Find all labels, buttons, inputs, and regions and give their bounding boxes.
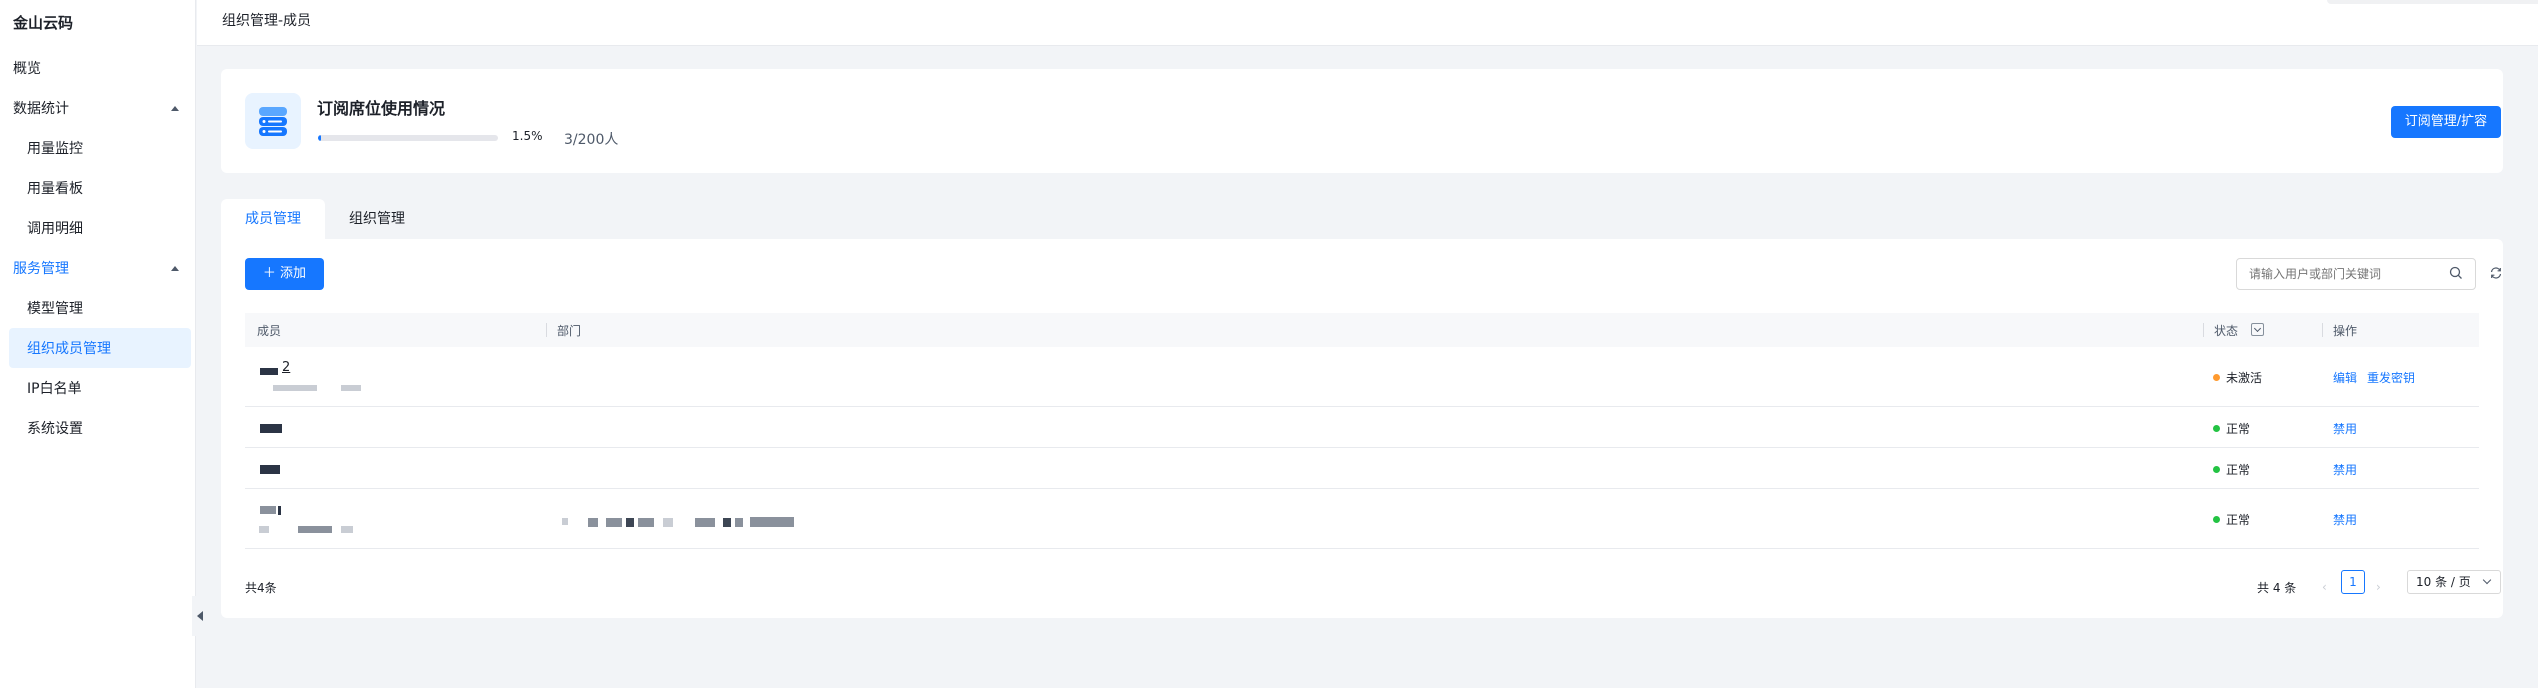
seat-count: 3/200人 (564, 132, 619, 148)
sidebar-group-data-stats[interactable]: 数据统计 (13, 99, 183, 119)
tab-org-management[interactable]: 组织管理 (329, 199, 425, 239)
resend-key-link[interactable]: 重发密钥 (2367, 369, 2415, 386)
chevron-up-icon (171, 266, 179, 271)
sidebar: 金山云码 概览 数据统计 用量监控 用量看板 调用明细 服务管理 模型管理 组织… (0, 0, 196, 688)
status-text: 正常 (2226, 513, 2251, 527)
sidebar-item-usage-monitor[interactable]: 用量监控 (27, 139, 83, 159)
filter-icon[interactable] (2251, 323, 2264, 336)
status-dot (2213, 466, 2220, 473)
refresh-icon[interactable] (2489, 266, 2503, 280)
redacted-department (750, 517, 794, 527)
tab-member-management[interactable]: 成员管理 (221, 199, 325, 239)
table-row: 正常 禁用 (245, 407, 2479, 448)
disable-link[interactable]: 禁用 (2333, 420, 2357, 437)
chevron-down-icon (2482, 575, 2492, 585)
redacted-member-name (260, 424, 282, 433)
status-text: 正常 (2226, 463, 2251, 477)
sidebar-item-ip-whitelist[interactable]: IP白名单 (27, 379, 82, 399)
redacted-member-email (298, 526, 332, 533)
sidebar-item-call-details[interactable]: 调用明细 (27, 219, 83, 239)
status-badge: 未激活 (2213, 369, 2262, 386)
sidebar-item-org-members[interactable]: 组织成员管理 (27, 339, 111, 359)
redacted-member-name (260, 368, 278, 375)
sidebar-group-label: 数据统计 (13, 101, 69, 117)
status-dot (2213, 374, 2220, 381)
add-member-button[interactable]: ＋ 添加 (245, 258, 324, 290)
chevron-right-icon[interactable]: › (2376, 580, 2381, 594)
pagination-page-1[interactable]: 1 (2341, 570, 2365, 594)
table-row: 正常 禁用 (245, 489, 2479, 549)
chevron-left-icon[interactable]: ‹ (2322, 580, 2327, 594)
search-icon[interactable] (2449, 266, 2463, 280)
redacted-department (663, 518, 673, 527)
header: 组织管理-成员 (197, 0, 2538, 46)
members-panel: ＋ 添加 成员 部门 状态 操作 2 未激活 编辑 重发密钥 正 (221, 239, 2503, 618)
table-row: 2 未激活 编辑 重发密钥 (245, 347, 2479, 407)
redacted-department (638, 518, 654, 527)
redacted-member-email (341, 385, 361, 391)
breadcrumb: 组织管理-成员 (222, 13, 312, 29)
total-count: 共4条 (245, 581, 277, 595)
seat-progress-fill (318, 135, 321, 141)
redacted-department (723, 518, 731, 527)
search-input[interactable] (2236, 258, 2476, 290)
redacted-department (588, 518, 598, 527)
database-icon (245, 93, 301, 149)
redacted-department (606, 518, 622, 527)
chevron-up-icon (171, 106, 179, 111)
status-text: 正常 (2226, 422, 2251, 436)
column-header-member: 成员 (257, 324, 282, 338)
sidebar-group-service-mgmt[interactable]: 服务管理 (13, 259, 183, 279)
seat-progress-bar (318, 135, 498, 141)
page-size-select[interactable]: 10 条 / 页 (2407, 570, 2501, 594)
subscription-expand-button[interactable]: 订阅管理/扩容 (2391, 106, 2501, 138)
redacted-member-name (260, 506, 276, 514)
disable-link[interactable]: 禁用 (2333, 461, 2357, 478)
sidebar-collapse-button[interactable] (192, 596, 206, 636)
column-header-status: 状态 (2214, 324, 2239, 338)
sidebar-item-model-mgmt[interactable]: 模型管理 (27, 299, 83, 319)
status-dot (2213, 516, 2220, 523)
redacted-department (626, 518, 634, 527)
status-badge: 正常 (2213, 461, 2250, 478)
chevron-left-icon (197, 611, 203, 621)
table-header: 成员 部门 状态 操作 (245, 313, 2479, 347)
disable-link[interactable]: 禁用 (2333, 511, 2357, 528)
table-row: 正常 禁用 (245, 448, 2479, 489)
sidebar-item-overview[interactable]: 概览 (13, 59, 41, 79)
subscription-title: 订阅席位使用情况 (317, 99, 446, 118)
pagination-total: 共 4 条 (2257, 581, 2297, 595)
column-divider (546, 323, 547, 337)
page-size-value: 10 条 / 页 (2416, 575, 2471, 589)
status-dot (2213, 425, 2220, 432)
redacted-member-email (341, 526, 353, 533)
member-name-suffix: 2 (282, 360, 291, 375)
redacted-department (695, 518, 715, 527)
sidebar-item-usage-board[interactable]: 用量看板 (27, 179, 83, 199)
column-divider (2203, 323, 2204, 337)
status-badge: 正常 (2213, 420, 2250, 437)
redacted-department (562, 518, 568, 525)
header-user-area (2327, 0, 2538, 4)
redacted-member-email (273, 385, 317, 391)
seat-progress-percent: 1.5% (512, 129, 543, 143)
column-header-actions: 操作 (2333, 324, 2358, 338)
edit-link[interactable]: 编辑 (2333, 369, 2357, 386)
redacted-department (735, 518, 743, 527)
redacted-member-name (260, 465, 280, 474)
sidebar-item-system-settings[interactable]: 系统设置 (27, 419, 83, 439)
status-badge: 正常 (2213, 511, 2250, 528)
status-text: 未激活 (2226, 371, 2263, 385)
sidebar-group-label: 服务管理 (13, 261, 69, 277)
redacted-member-email (259, 526, 269, 533)
brand-logo: 金山云码 (13, 14, 74, 32)
subscription-card: 订阅席位使用情况 1.5% 3/200人 订阅管理/扩容 (221, 69, 2503, 173)
redacted-member-name (278, 506, 281, 515)
column-divider (2322, 323, 2323, 337)
column-header-department: 部门 (557, 324, 582, 338)
